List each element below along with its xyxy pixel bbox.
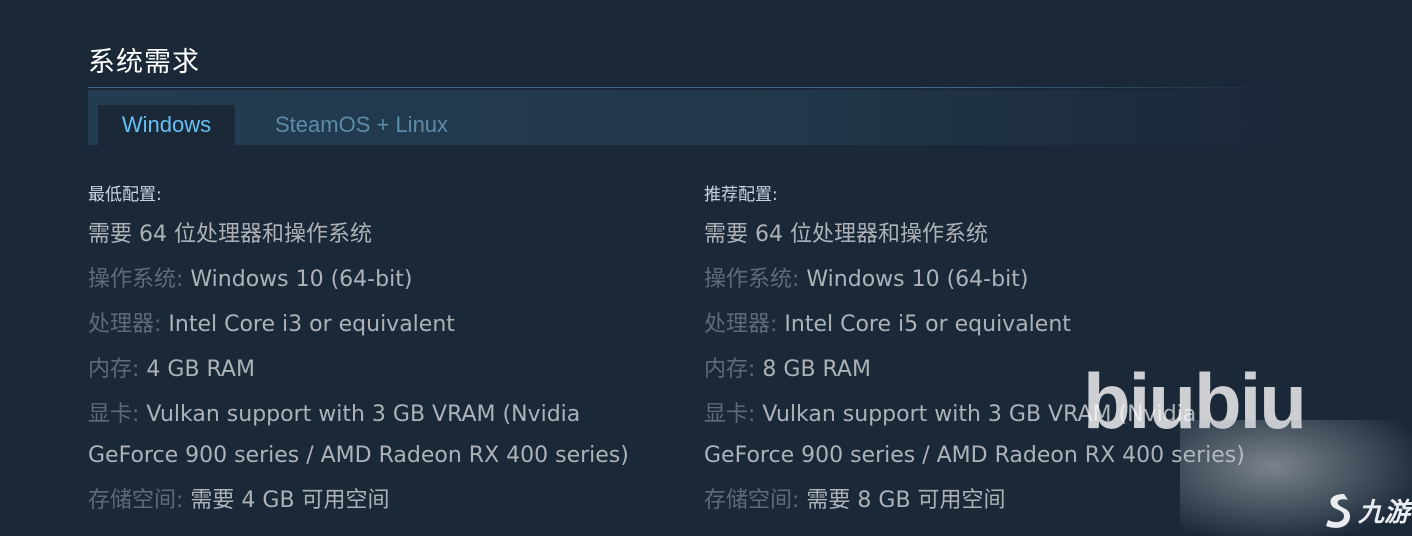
- spec-label: 内存:: [88, 357, 140, 382]
- spec-value: 4 GB RAM: [139, 357, 255, 382]
- section-title: 系统需求: [88, 47, 200, 78]
- minimum-requirements: 最低配置: 需要 64 位处理器和操作系统 操作系统: Windows 10 (…: [88, 180, 658, 521]
- spec-value: 8 GB RAM: [755, 357, 871, 382]
- recommended-processor-row: 处理器: Intel Core i5 or equivalent: [704, 304, 1274, 345]
- spec-label: 存储空间:: [704, 488, 800, 513]
- spec-value: Intel Core i3 or equivalent: [161, 312, 455, 337]
- jiuyou-logo-text: 九游: [1358, 497, 1411, 528]
- minimum-heading: 最低配置:: [88, 185, 162, 205]
- spec-value: 需要 4 GB 可用空间: [183, 488, 390, 513]
- spec-value: Intel Core i5 or equivalent: [777, 312, 1071, 337]
- recommended-heading: 推荐配置:: [704, 185, 778, 205]
- os-tab-bar: Windows SteamOS + Linux: [88, 90, 1283, 145]
- spec-value: Windows 10 (64-bit): [799, 267, 1029, 292]
- jiuyou-s-icon: [1326, 494, 1350, 528]
- minimum-64bit-note: 需要 64 位处理器和操作系统: [88, 222, 372, 247]
- minimum-storage-row: 存储空间: 需要 4 GB 可用空间: [88, 480, 658, 521]
- spec-label: 存储空间:: [88, 488, 184, 513]
- spec-label: 显卡:: [88, 402, 140, 427]
- spec-value: Vulkan support with 3 GB VRAM (Nvidia Ge…: [88, 402, 629, 468]
- minimum-graphics-row: 显卡: Vulkan support with 3 GB VRAM (Nvidi…: [88, 394, 648, 476]
- spec-label: 内存:: [704, 357, 756, 382]
- tab-steamos-linux[interactable]: SteamOS + Linux: [255, 105, 468, 145]
- spec-label: 显卡:: [704, 402, 756, 427]
- minimum-memory-row: 内存: 4 GB RAM: [88, 349, 658, 390]
- spec-label: 操作系统:: [88, 267, 184, 292]
- title-divider: [88, 87, 1283, 88]
- spec-label: 处理器:: [88, 312, 162, 337]
- spec-value: 需要 8 GB 可用空间: [799, 488, 1006, 513]
- minimum-processor-row: 处理器: Intel Core i3 or equivalent: [88, 304, 658, 345]
- spec-value: Windows 10 (64-bit): [183, 267, 413, 292]
- recommended-64bit-note: 需要 64 位处理器和操作系统: [704, 222, 988, 247]
- jiuyou-logo: 九游: [1322, 488, 1410, 532]
- tab-windows[interactable]: Windows: [98, 105, 235, 145]
- spec-label: 处理器:: [704, 312, 778, 337]
- minimum-os-row: 操作系统: Windows 10 (64-bit): [88, 259, 658, 300]
- recommended-os-row: 操作系统: Windows 10 (64-bit): [704, 259, 1274, 300]
- spec-label: 操作系统:: [704, 267, 800, 292]
